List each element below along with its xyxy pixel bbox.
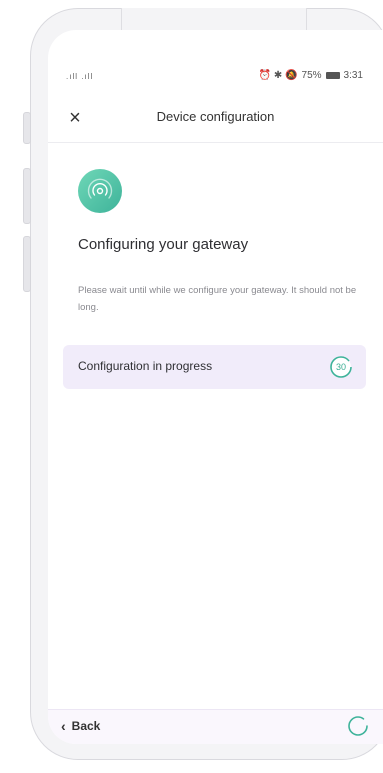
clock: 3:31 <box>343 70 363 81</box>
page-title: Device configuration <box>156 109 275 124</box>
battery-percent: 75% <box>301 70 322 81</box>
chevron-left-icon: ‹ <box>61 718 66 734</box>
signal-icon: .ıll .ıll <box>66 72 94 81</box>
top-bar: × Device configuration <box>48 100 383 143</box>
battery-icon <box>325 72 340 79</box>
back-label: Back <box>71 719 101 733</box>
bottom-bar: ‹ Back <box>48 709 383 744</box>
back-button[interactable]: ‹ Back <box>61 719 100 733</box>
status-icons: ⏰ ✱ 🔕 <box>258 70 298 81</box>
status-bar: .ıll .ıll ⏰ ✱ 🔕 75% 3:31 <box>48 30 383 81</box>
phone-side-button <box>23 112 31 144</box>
progress-label: Configuration in progress <box>78 359 213 373</box>
status-right: ⏰ ✱ 🔕 75% 3:31 <box>259 70 363 81</box>
loading-spinner-icon <box>348 716 368 736</box>
description-text: Please wait until while we configure you… <box>78 285 357 313</box>
wifi-signal-icon <box>78 169 122 213</box>
phone-side-button <box>23 168 31 224</box>
countdown-value: 30 <box>335 362 346 372</box>
page-heading: Configuring your gateway <box>78 236 249 253</box>
app-screen: .ıll .ıll ⏰ ✱ 🔕 75% 3:31 × Device config… <box>48 30 383 744</box>
phone-side-button <box>23 236 31 292</box>
progress-card: Configuration in progress 30 <box>63 345 366 389</box>
